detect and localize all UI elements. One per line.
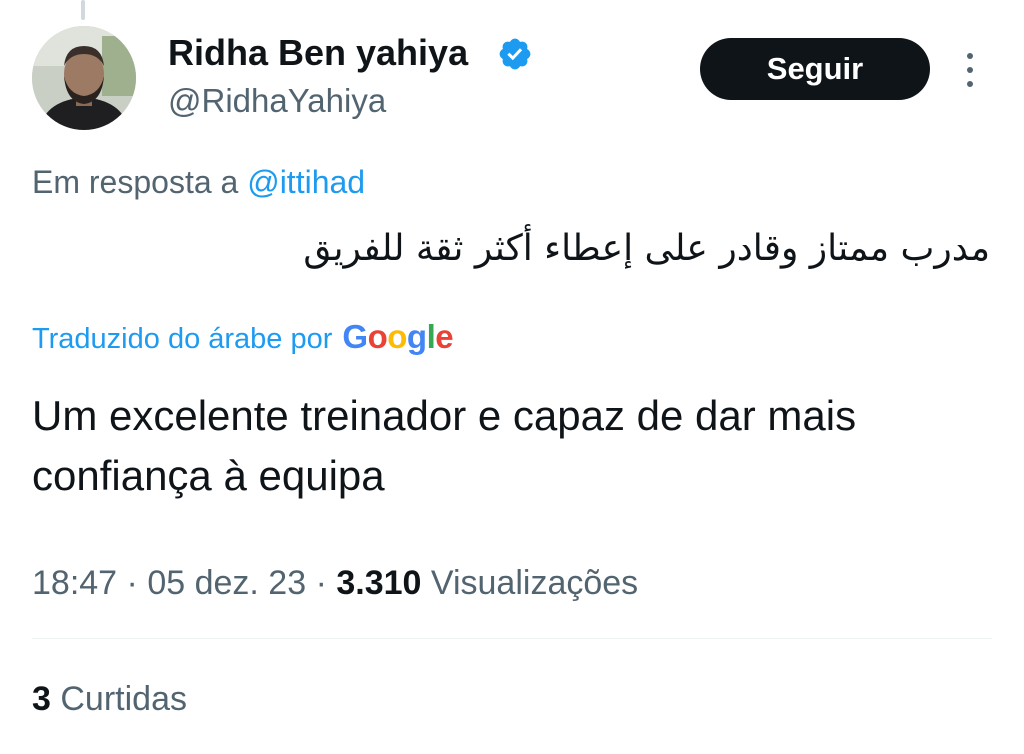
likes-link[interactable]: 3 Curtidas — [32, 680, 187, 719]
meta-separator: · — [126, 564, 138, 602]
divider — [32, 638, 992, 639]
thread-connector-line — [81, 0, 85, 20]
views-count: 3.310 — [336, 564, 422, 602]
tweet-meta: 18:47 · 05 dez. 23 · 3.310 Visualizações — [32, 564, 638, 603]
reply-context: Em resposta a @ittihad — [32, 164, 365, 201]
meta-separator: · — [315, 564, 327, 602]
translation-attribution[interactable]: Traduzido do árabe por Google — [32, 318, 454, 356]
translation-label: Traduzido do árabe por — [32, 323, 333, 355]
dot — [967, 67, 973, 73]
dot — [967, 53, 973, 59]
tweet-time[interactable]: 18:47 — [32, 564, 117, 602]
author-avatar[interactable] — [32, 26, 136, 130]
reply-prefix: Em resposta a — [32, 164, 239, 200]
views-label: Visualizações — [430, 564, 639, 602]
author-name[interactable]: Ridha Ben yahiya — [168, 32, 468, 74]
author-handle[interactable]: @RidhaYahiya — [168, 82, 386, 120]
reply-mention-link[interactable]: @ittihad — [247, 164, 365, 200]
google-logo: Google — [342, 318, 454, 355]
verified-badge-icon — [499, 38, 531, 70]
tweet-date[interactable]: 05 dez. 23 — [147, 564, 306, 602]
avatar-photo — [32, 26, 136, 130]
dot — [967, 81, 973, 87]
more-options-icon[interactable] — [958, 50, 982, 90]
follow-button[interactable]: Seguir — [700, 38, 930, 100]
translated-tweet-text: Um excelente treinador e capaz de dar ma… — [32, 392, 857, 499]
likes-count: 3 — [32, 680, 51, 718]
original-tweet-text: مدرب ممتاز وقادر على إعطاء أكثر ثقة للفر… — [303, 228, 990, 269]
likes-label: Curtidas — [60, 680, 187, 718]
